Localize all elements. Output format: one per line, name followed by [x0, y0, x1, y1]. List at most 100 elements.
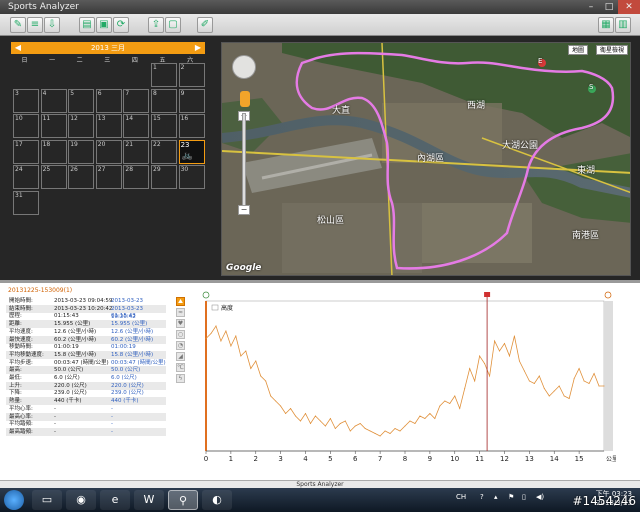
- calendar-day-cell[interactable]: 28: [123, 165, 150, 189]
- end-flag-icon[interactable]: [604, 291, 612, 299]
- altitude-chart-icon[interactable]: ⛰: [176, 297, 185, 306]
- minimize-button[interactable]: –: [582, 0, 600, 14]
- calendar-day-cell[interactable]: 11: [40, 114, 67, 138]
- cadence-chart-icon[interactable]: ○: [176, 330, 185, 339]
- pegman-icon[interactable]: [240, 91, 250, 107]
- calendar-day-cell[interactable]: 5: [68, 88, 95, 113]
- power-chart-icon[interactable]: ϟ: [176, 374, 185, 383]
- next-month-button[interactable]: ▶: [193, 42, 203, 54]
- activity-file-name: 20131225-153009(1): [8, 287, 73, 294]
- altitude-point: [459, 408, 461, 409]
- print-icon[interactable]: ▥: [615, 17, 631, 33]
- route-start-marker[interactable]: S: [589, 83, 593, 91]
- altitude-point: [210, 333, 212, 334]
- calendar-day-cell[interactable]: 7: [123, 88, 150, 113]
- end-marker-band[interactable]: [604, 301, 613, 451]
- sync-icon[interactable]: ⟳: [113, 17, 129, 33]
- windows-taskbar: ▭ ◉ e W ⚲ ◐ CH ? ▴ ⚑ ▯ ◀) 下午 03:23 2013/…: [0, 488, 640, 512]
- weekday-label: 四: [131, 57, 138, 64]
- tray-network-icon[interactable]: ▯: [522, 493, 526, 501]
- calendar-day-cell[interactable]: 8: [151, 88, 177, 113]
- x-tick-label: 6: [353, 455, 358, 463]
- explorer-taskbar-icon[interactable]: ▭: [32, 490, 62, 510]
- calendar-day-cell[interactable]: 19: [68, 139, 95, 164]
- close-button[interactable]: ✕: [618, 0, 640, 14]
- calendar-day-cell[interactable]: 27: [95, 165, 122, 189]
- route-map[interactable]: 地圖 衛星檢視 + − 內湖區 松山區 大直 大湖公園 西湖 東湖 南港區 E …: [221, 42, 631, 276]
- calendar-day-number: 18: [42, 140, 51, 148]
- save-icon[interactable]: ▦: [598, 17, 614, 33]
- edit-icon[interactable]: ✐: [197, 17, 213, 33]
- altitude-chart[interactable]: 0 1 2 3 4 5 6 7 8 9 10 11 12 13 14 15 公里高度: [186, 291, 616, 471]
- sports-analyzer-taskbar-icon[interactable]: ⚲: [168, 490, 198, 510]
- language-indicator[interactable]: CH: [456, 493, 466, 501]
- tray-volume-icon[interactable]: ◀): [536, 493, 544, 501]
- maximize-button[interactable]: □: [600, 0, 618, 14]
- tray-help-icon[interactable]: ?: [480, 493, 484, 501]
- map-type-satellite-button[interactable]: 衛星檢視: [595, 45, 628, 55]
- calendar-day-cell[interactable]: 2: [178, 63, 205, 87]
- calendar-day-cell[interactable]: 15: [151, 114, 177, 138]
- calendar-day-cell[interactable]: 23 🚲: [178, 139, 205, 164]
- calendar-day-cell[interactable]: 17: [13, 139, 39, 164]
- altitude-point: [568, 398, 570, 399]
- new-icon[interactable]: ✎: [10, 17, 26, 33]
- calendar-day-number: 21: [125, 140, 134, 148]
- prev-month-button[interactable]: ◀: [13, 42, 23, 54]
- calendar-day-cell[interactable]: 29: [151, 165, 177, 189]
- calendar-day-number: 29: [153, 166, 161, 173]
- export-icon[interactable]: ⇪: [148, 17, 164, 33]
- tray-flag-icon[interactable]: ⚑: [508, 493, 514, 501]
- chrome-taskbar-icon[interactable]: ◉: [66, 490, 96, 510]
- grade-chart-icon[interactable]: ◢: [176, 352, 185, 361]
- altitude-point: [205, 338, 207, 339]
- map-label: 大湖公園: [502, 141, 539, 151]
- heart-chart-icon[interactable]: ♥: [176, 319, 185, 328]
- cursor-flag-icon[interactable]: [484, 292, 491, 297]
- calendar-day-cell[interactable]: 12: [68, 114, 95, 138]
- calendar-day-cell[interactable]: 4: [40, 88, 67, 113]
- calendar-day-cell[interactable]: 31: [13, 190, 39, 215]
- calendar-day-cell[interactable]: 9: [178, 88, 205, 113]
- pan-control-icon[interactable]: [232, 55, 256, 79]
- list-icon[interactable]: ≡: [27, 17, 43, 33]
- pace-chart-icon[interactable]: ◔: [176, 341, 185, 350]
- calendar-day-cell[interactable]: 22: [151, 139, 177, 164]
- start-flag-icon[interactable]: [202, 291, 210, 299]
- ie-taskbar-icon[interactable]: e: [100, 490, 130, 510]
- weekday-label: 二: [76, 57, 83, 64]
- calendar-day-cell[interactable]: 16: [178, 114, 205, 138]
- start-marker-band[interactable]: [205, 301, 207, 451]
- altitude-point: [429, 413, 431, 414]
- import-icon[interactable]: ⇩: [44, 17, 60, 33]
- calendar-day-cell[interactable]: 25: [40, 165, 67, 189]
- bike-activity-icon[interactable]: 🚲: [182, 151, 193, 161]
- calendar-day-cell[interactable]: 1: [151, 63, 177, 87]
- tray-arrow-icon[interactable]: ▴: [494, 493, 498, 501]
- route-end-marker[interactable]: E: [538, 57, 542, 65]
- word-taskbar-icon[interactable]: W: [134, 490, 164, 510]
- media-taskbar-icon[interactable]: ◐: [202, 490, 232, 510]
- calendar-day-cell[interactable]: 14: [123, 114, 150, 138]
- speed-chart-icon[interactable]: ≈: [176, 308, 185, 317]
- calendar-day-number: 13: [97, 115, 106, 122]
- calendar-day-cell[interactable]: 21: [123, 139, 150, 164]
- zoom-slider[interactable]: [242, 113, 246, 209]
- map-type-map-button[interactable]: 地圖: [567, 45, 588, 55]
- calendar-day-cell[interactable]: 13: [95, 114, 122, 138]
- folder-icon[interactable]: ▤: [79, 17, 95, 33]
- calendar-day-cell[interactable]: 10: [13, 114, 39, 138]
- device-icon[interactable]: ▣: [96, 17, 112, 33]
- start-button[interactable]: [4, 490, 24, 510]
- calendar-day-cell[interactable]: 20: [95, 139, 122, 164]
- calendar-day-cell[interactable]: 30: [178, 165, 205, 189]
- calendar-day-cell[interactable]: 6: [95, 88, 122, 113]
- calendar-day-cell[interactable]: 18: [40, 139, 67, 164]
- altitude-point: [359, 423, 361, 424]
- document-icon[interactable]: ▢: [165, 17, 181, 33]
- temperature-chart-icon[interactable]: ℃: [176, 363, 185, 372]
- calendar-day-cell[interactable]: 24: [13, 165, 39, 189]
- calendar-day-cell[interactable]: 3: [13, 88, 39, 113]
- calendar-day-cell[interactable]: 26: [68, 165, 95, 189]
- zoom-out-button[interactable]: −: [238, 205, 250, 215]
